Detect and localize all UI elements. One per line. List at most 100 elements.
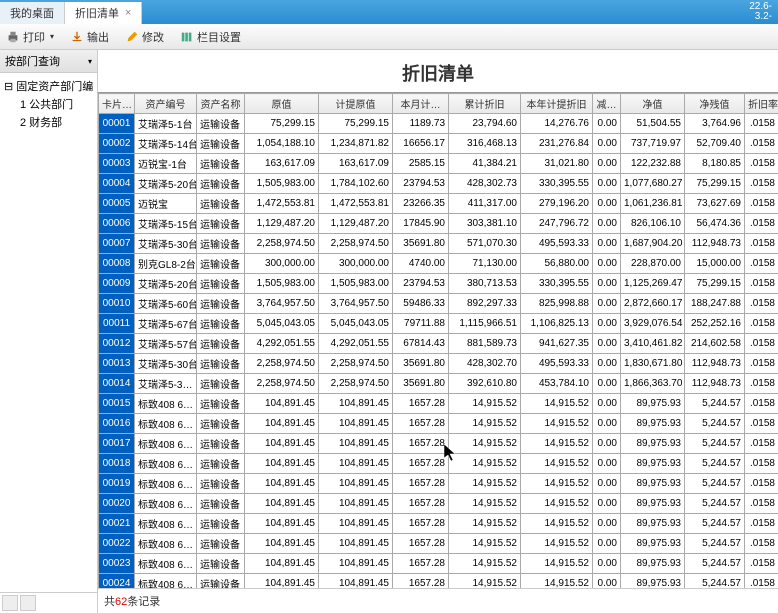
sb-button[interactable] xyxy=(20,595,36,611)
cell: 89,975.93 xyxy=(621,554,685,574)
tree-root[interactable]: ⊟ 固定资产部门编码目录 xyxy=(4,77,93,95)
table-row[interactable]: 00023标致408 6…运输设备104,891.45104,891.45165… xyxy=(99,554,778,574)
col-header[interactable]: 资产编号 xyxy=(135,94,197,114)
table-row[interactable]: 00008别克GL8-2台运输设备300,000.00300,000.00474… xyxy=(99,254,778,274)
print-button[interactable]: 打印▾ xyxy=(6,29,54,45)
cell: 00021 xyxy=(99,514,135,534)
table-row[interactable]: 00016标致408 6…运输设备104,891.45104,891.45165… xyxy=(99,414,778,434)
cell: 2,258,974.50 xyxy=(245,234,319,254)
table-row[interactable]: 00004艾瑞泽5-20台运输设备1,505,983.001,784,102.6… xyxy=(99,174,778,194)
cell: 14,276.76 xyxy=(521,114,593,134)
table-row[interactable]: 00018标致408 6…运输设备104,891.45104,891.45165… xyxy=(99,454,778,474)
dropdown-icon[interactable]: ▾ xyxy=(88,57,92,66)
columns-button[interactable]: 栏目设置 xyxy=(180,29,241,45)
sidebar-header[interactable]: 按部门查询 ▾ xyxy=(0,50,97,73)
sb-button[interactable] xyxy=(2,595,18,611)
table-row[interactable]: 00006艾瑞泽5-15台运输设备1,129,487.201,129,487.2… xyxy=(99,214,778,234)
col-header[interactable]: 折旧率 单… xyxy=(745,94,778,114)
table-row[interactable]: 00022标致408 6…运输设备104,891.45104,891.45165… xyxy=(99,534,778,554)
table-row[interactable]: 00010艾瑞泽5-60台运输设备3,764,957.503,764,957.5… xyxy=(99,294,778,314)
cell: 0.00 xyxy=(593,114,621,134)
col-header[interactable]: 本月计… xyxy=(393,94,449,114)
table-row[interactable]: 00019标致408 6…运输设备104,891.45104,891.45165… xyxy=(99,474,778,494)
cell: 163,617.09 xyxy=(245,154,319,174)
col-header[interactable]: 本年计提折旧 xyxy=(521,94,593,114)
col-header[interactable]: 资产名称 xyxy=(197,94,245,114)
cell: 艾瑞泽5-1台 xyxy=(135,114,197,134)
table-row[interactable]: 00017标致408 6…运输设备104,891.45104,891.45165… xyxy=(99,434,778,454)
table-row[interactable]: 00011艾瑞泽5-67台运输设备5,045,043.055,045,043.0… xyxy=(99,314,778,334)
col-header[interactable]: 净残值 xyxy=(685,94,745,114)
col-header[interactable]: 计提原值 xyxy=(319,94,393,114)
cell: 1,129,487.20 xyxy=(319,214,393,234)
table-row[interactable]: 00020标致408 6…运输设备104,891.45104,891.45165… xyxy=(99,494,778,514)
cell: 3,764,957.50 xyxy=(245,294,319,314)
cell: 00010 xyxy=(99,294,135,314)
table-row[interactable]: 00003迈锐宝-1台运输设备163,617.09163,617.092585.… xyxy=(99,154,778,174)
cell: .0158 xyxy=(745,474,778,494)
export-button[interactable]: 输出 xyxy=(70,29,109,45)
cell: 运输设备 xyxy=(197,394,245,414)
cell: 标致408 6… xyxy=(135,414,197,434)
cell: 1,106,825.13 xyxy=(521,314,593,334)
col-header[interactable]: 卡片… xyxy=(99,94,135,114)
cell: 231,276.84 xyxy=(521,134,593,154)
table-row[interactable]: 00024标致408 6…运输设备104,891.45104,891.45165… xyxy=(99,574,778,589)
cell: 5,244.57 xyxy=(685,434,745,454)
col-header[interactable]: 减… xyxy=(593,94,621,114)
cell: 941,627.35 xyxy=(521,334,593,354)
cell: 8,180.85 xyxy=(685,154,745,174)
table-row[interactable]: 00002艾瑞泽5-14台运输设备1,054,188.101,234,871.8… xyxy=(99,134,778,154)
cell: 运输设备 xyxy=(197,114,245,134)
cell: 00016 xyxy=(99,414,135,434)
cell: 163,617.09 xyxy=(319,154,393,174)
cell: 0.00 xyxy=(593,174,621,194)
cell: 392,610.80 xyxy=(449,374,521,394)
edit-button[interactable]: 修改 xyxy=(125,29,164,45)
cell: .0158 xyxy=(745,114,778,134)
table-row[interactable]: 00005迈锐宝运输设备1,472,553.811,472,553.812326… xyxy=(99,194,778,214)
cell: 00012 xyxy=(99,334,135,354)
cell: .0158 xyxy=(745,494,778,514)
cell: 14,915.52 xyxy=(449,414,521,434)
table-row[interactable]: 00015标致408 6…运输设备104,891.45104,891.45165… xyxy=(99,394,778,414)
tree-child[interactable]: 1 公共部门 xyxy=(4,95,93,113)
cell: 0.00 xyxy=(593,314,621,334)
cell: 1,061,236.81 xyxy=(621,194,685,214)
table-row[interactable]: 00009艾瑞泽5-20台运输设备1,505,983.001,505,983.0… xyxy=(99,274,778,294)
cell: 247,796.72 xyxy=(521,214,593,234)
table-row[interactable]: 00001艾瑞泽5-1台运输设备75,299.1575,299.151189.7… xyxy=(99,114,778,134)
cell: 1657.28 xyxy=(393,554,449,574)
cell: 104,891.45 xyxy=(245,554,319,574)
close-icon[interactable]: × xyxy=(125,7,131,19)
cell: 0.00 xyxy=(593,294,621,314)
cell: 标致408 6… xyxy=(135,474,197,494)
cell: 标致408 6… xyxy=(135,514,197,534)
cell: 1,866,363.70 xyxy=(621,374,685,394)
cell: 316,468.13 xyxy=(449,134,521,154)
export-icon xyxy=(70,30,84,44)
table-row[interactable]: 00014艾瑞泽5-3…运输设备2,258,974.502,258,974.50… xyxy=(99,374,778,394)
col-header[interactable]: 原值 xyxy=(245,94,319,114)
col-header[interactable]: 累计折旧 xyxy=(449,94,521,114)
table-row[interactable]: 00012艾瑞泽5-57台运输设备4,292,051.554,292,051.5… xyxy=(99,334,778,354)
tree-child[interactable]: 2 财务部 xyxy=(4,113,93,131)
table-row[interactable]: 00021标致408 6…运输设备104,891.45104,891.45165… xyxy=(99,514,778,534)
cell: 14,915.52 xyxy=(521,394,593,414)
cell: 14,915.52 xyxy=(521,474,593,494)
cell: 运输设备 xyxy=(197,174,245,194)
cell: 35691.80 xyxy=(393,374,449,394)
cell: 112,948.73 xyxy=(685,374,745,394)
table-row[interactable]: 00007艾瑞泽5-30台运输设备2,258,974.502,258,974.5… xyxy=(99,234,778,254)
grid[interactable]: 卡片…资产编号资产名称原值计提原值本月计…累计折旧本年计提折旧减…净值净残值折旧… xyxy=(98,92,778,588)
cell: 迈锐宝-1台 xyxy=(135,154,197,174)
table-row[interactable]: 00013艾瑞泽5-30台运输设备2,258,974.502,258,974.5… xyxy=(99,354,778,374)
tab-depreciation[interactable]: 折旧清单× xyxy=(65,2,142,24)
cell: 运输设备 xyxy=(197,374,245,394)
cell: 5,244.57 xyxy=(685,454,745,474)
cell: 00004 xyxy=(99,174,135,194)
cell: 00017 xyxy=(99,434,135,454)
tab-desktop[interactable]: 我的桌面 xyxy=(0,2,65,24)
cell: 00015 xyxy=(99,394,135,414)
col-header[interactable]: 净值 xyxy=(621,94,685,114)
